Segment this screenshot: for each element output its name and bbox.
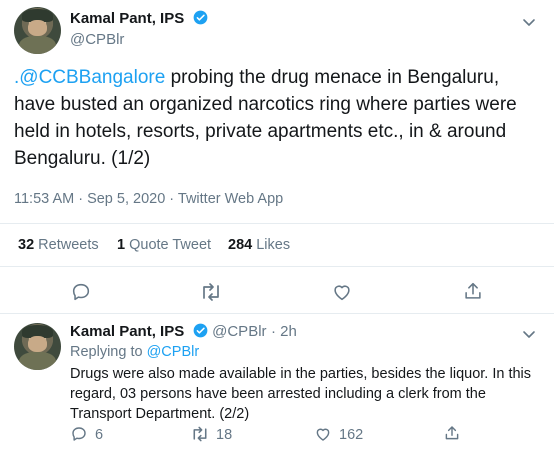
avatar[interactable] bbox=[14, 7, 61, 54]
likes-label: Likes bbox=[256, 237, 291, 253]
retweet-icon[interactable] bbox=[199, 281, 223, 303]
verified-badge-icon bbox=[193, 323, 208, 338]
replying-to-handle[interactable]: @CPBlr bbox=[147, 344, 200, 360]
tweet-text: .@CCBBangalore probing the drug menace i… bbox=[14, 64, 544, 172]
quotes-label: Quote Tweet bbox=[129, 237, 212, 253]
verified-badge-icon bbox=[193, 10, 208, 25]
like-icon[interactable] bbox=[331, 281, 353, 303]
reply-author-row: Kamal Pant, IPS @CPBlr · 2h bbox=[70, 323, 297, 341]
retweet-count: 18 bbox=[216, 427, 233, 443]
author-row: Kamal Pant, IPS bbox=[70, 10, 208, 28]
divider bbox=[0, 313, 554, 314]
tweet-timestamp[interactable]: 11:53 AM · Sep 5, 2020 · Twitter Web App bbox=[14, 191, 283, 207]
reply-avatar[interactable] bbox=[14, 323, 61, 370]
replying-to-label: Replying to bbox=[70, 344, 143, 360]
retweets-count: 32 bbox=[18, 237, 35, 253]
like-icon[interactable] bbox=[314, 425, 332, 443]
author-handle[interactable]: @CPBlr bbox=[70, 31, 124, 48]
chevron-down-icon[interactable] bbox=[521, 326, 537, 342]
share-icon[interactable] bbox=[443, 424, 461, 442]
share-icon[interactable] bbox=[462, 280, 484, 302]
reply-age[interactable]: · 2h bbox=[271, 323, 297, 340]
quotes-count: 1 bbox=[117, 237, 126, 253]
likes-count: 284 bbox=[228, 237, 253, 253]
chevron-down-icon[interactable] bbox=[521, 14, 537, 30]
author-name[interactable]: Kamal Pant, IPS bbox=[70, 10, 184, 27]
mention-link[interactable]: .@CCBBangalore bbox=[14, 67, 165, 88]
divider bbox=[0, 223, 554, 224]
retweet-icon[interactable] bbox=[190, 425, 210, 443]
reply-author-handle[interactable]: @CPBlr bbox=[212, 323, 266, 340]
reply-icon[interactable] bbox=[70, 425, 88, 443]
divider bbox=[0, 266, 554, 267]
quotes-stat[interactable]: 1 Quote Tweet bbox=[117, 237, 211, 253]
retweets-label: Retweets bbox=[38, 237, 99, 253]
replying-to: Replying to @CPBlr bbox=[70, 344, 199, 360]
likes-stat[interactable]: 284 Likes bbox=[228, 237, 290, 253]
reply-icon[interactable] bbox=[70, 281, 92, 303]
reply-count: 6 bbox=[95, 427, 104, 443]
retweets-stat[interactable]: 32 Retweets bbox=[18, 237, 99, 253]
like-count: 162 bbox=[339, 427, 364, 443]
reply-text: Drugs were also made available in the pa… bbox=[70, 366, 532, 422]
reply-author-name[interactable]: Kamal Pant, IPS bbox=[70, 323, 184, 340]
